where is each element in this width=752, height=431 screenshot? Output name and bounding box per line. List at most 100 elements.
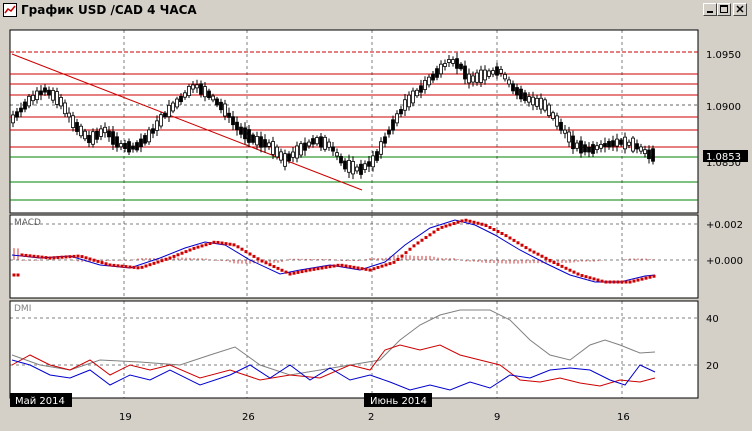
signal-dot <box>400 254 404 258</box>
candle-body <box>555 115 559 127</box>
signal-dot <box>416 241 420 245</box>
candle-body <box>451 59 455 64</box>
signal-dot <box>388 262 392 266</box>
signal-dot <box>464 218 468 222</box>
candle-body <box>11 114 15 124</box>
signal-dot <box>200 244 204 248</box>
candle-body <box>295 145 299 159</box>
signal-dot <box>604 280 608 284</box>
signal-dot <box>480 222 484 226</box>
candle-body <box>607 141 611 148</box>
candle-body <box>31 94 35 102</box>
candle-body <box>155 120 159 131</box>
candle-body <box>171 102 175 112</box>
signal-dot <box>488 226 492 229</box>
signal-dot <box>496 230 500 233</box>
signal-dot <box>96 259 100 263</box>
signal-dot <box>112 263 116 267</box>
candle-body <box>491 70 495 75</box>
signal-dot <box>588 276 592 280</box>
candle-body <box>275 146 279 158</box>
candle-body <box>311 138 315 145</box>
signal-dot <box>124 265 128 269</box>
signal-dot <box>512 238 516 242</box>
candle-body <box>523 92 527 101</box>
signal-dot <box>376 265 380 269</box>
signal-dot <box>632 279 636 283</box>
candle-body <box>371 155 375 168</box>
candle-body <box>455 58 459 69</box>
signal-dot <box>120 264 124 268</box>
signal-dot <box>304 269 308 273</box>
signal-dot <box>228 242 232 246</box>
candle-body <box>215 98 219 106</box>
candle-body <box>347 159 351 173</box>
candle-body <box>411 90 415 104</box>
candle-body <box>587 146 591 153</box>
candle-body <box>363 163 367 170</box>
candle-body <box>211 95 215 101</box>
candle-body <box>567 131 571 143</box>
signal-dot <box>380 264 384 268</box>
signal-dot <box>432 230 436 234</box>
candle-body <box>87 135 91 143</box>
signal-dot <box>472 220 476 224</box>
candle-body <box>383 136 387 144</box>
candle-body <box>127 141 131 153</box>
candle-body <box>639 146 643 152</box>
signal-dot <box>20 253 24 257</box>
candle-body <box>471 75 475 83</box>
signal-dot <box>572 270 576 274</box>
candle-body <box>515 87 519 96</box>
signal-dot <box>24 253 28 257</box>
signal-dot <box>104 262 108 266</box>
maximize-button[interactable] <box>717 3 731 16</box>
candle-body <box>163 112 167 118</box>
candle-body <box>143 135 147 144</box>
minimize-button[interactable] <box>703 3 717 16</box>
signal-dot <box>564 266 568 270</box>
signal-dot <box>268 263 272 267</box>
candle-body <box>623 136 627 150</box>
candle-body <box>619 139 623 145</box>
signal-dot <box>188 248 192 252</box>
signal-dot <box>404 251 408 255</box>
date-label-16: 16 <box>617 412 630 423</box>
signal-dot <box>136 266 140 270</box>
candle-body <box>99 128 103 137</box>
candle-body <box>531 96 535 106</box>
candle-body <box>479 69 483 83</box>
signal-dot <box>536 252 540 256</box>
candle-body <box>467 73 471 84</box>
signal-dot <box>72 254 76 258</box>
candle-body <box>351 161 355 175</box>
chart-canvas[interactable]: 1.0950 1.0900 1.0850 1.0853 MACD +0.002 … <box>0 20 752 431</box>
signal-dot <box>144 264 148 268</box>
candle-body <box>299 143 303 156</box>
signal-dot <box>328 265 332 269</box>
signal-dot <box>364 267 368 271</box>
candle-body <box>355 166 359 172</box>
price-panel[interactable] <box>9 29 699 214</box>
signal-dot <box>176 253 180 257</box>
signal-dot <box>308 268 312 272</box>
macd-panel[interactable] <box>9 214 699 299</box>
close-button[interactable] <box>733 3 747 16</box>
candle-body <box>643 149 647 155</box>
candle-body <box>647 149 651 160</box>
signal-dot <box>44 256 48 260</box>
candle-body <box>83 130 87 140</box>
candle-body <box>527 96 531 103</box>
signal-dot <box>288 272 292 276</box>
candle-body <box>23 101 27 110</box>
signal-dot <box>492 228 496 231</box>
signal-dot <box>644 276 648 280</box>
signal-dot <box>172 254 176 258</box>
candle-body <box>323 136 327 150</box>
signal-dot <box>568 268 572 272</box>
signal-dot <box>316 267 320 271</box>
candle-body <box>39 90 43 95</box>
candle-body <box>547 104 551 117</box>
candle-body <box>19 107 23 113</box>
signal-dot <box>332 264 336 268</box>
